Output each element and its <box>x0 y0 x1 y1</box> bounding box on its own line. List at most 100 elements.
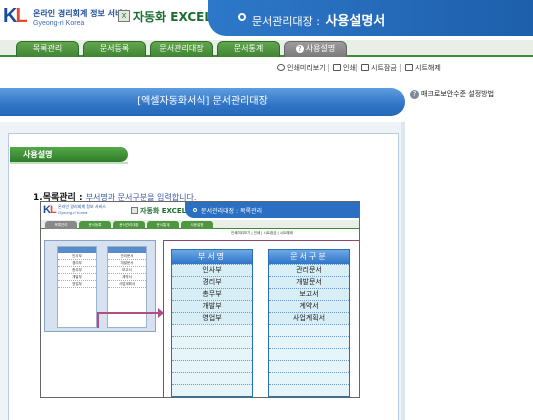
dept-cell[interactable] <box>172 360 252 372</box>
print-preview-button[interactable]: 인쇄미리보기 <box>277 63 326 73</box>
inset-brand: 자동화 EXCEL <box>131 206 186 216</box>
zoomed-table-area: 부서명 인사부 경리부 총무부 개발부 영업부 문서구분 관리문서 개발문서 보… <box>163 240 359 397</box>
inset-tab: 목록관리 <box>45 221 77 229</box>
print-label: 인쇄 <box>343 64 356 72</box>
section-title: 사용설명 <box>23 150 53 159</box>
doc-type-table: 문서구분 관리문서 개발문서 보고서 계약서 사업계획서 <box>268 249 350 397</box>
dept-cell[interactable]: 영업부 <box>172 312 252 324</box>
inset-tab: 문서통계 <box>147 221 179 229</box>
excel-icon <box>131 207 138 214</box>
logo-mark-l: L <box>15 5 27 27</box>
dept-cell[interactable] <box>172 336 252 348</box>
tab-label: 문서관리대장 <box>159 44 204 53</box>
tab-label: 목록관리 <box>32 44 63 53</box>
logo-mark: KL <box>3 5 28 28</box>
dept-cell[interactable]: 인사부 <box>172 264 252 276</box>
doc-type-cell[interactable]: 계약서 <box>269 300 349 312</box>
dept-cell[interactable] <box>172 348 252 360</box>
doc-type-cell[interactable]: 사업계획서 <box>269 312 349 324</box>
inset-cell: 경리부 <box>58 260 96 267</box>
section-header: 사용설명 <box>10 147 128 162</box>
inset-logo-line2: Gyeong-ri Korea <box>58 210 88 215</box>
tab-list-management[interactable]: 목록관리 <box>16 41 79 57</box>
dept-cell[interactable]: 총무부 <box>172 288 252 300</box>
header: KL 온라인 경리회계 정보 서비스 Gyeong-ri Korea X 자동화… <box>0 0 533 38</box>
excel-icon: X <box>118 10 130 22</box>
brand-excel: X 자동화 EXCEL <box>118 8 212 28</box>
bullet-icon <box>193 208 197 212</box>
inset-cell: 인사부 <box>58 253 96 260</box>
banner-title: [엑셀자동화서식] 문서관리대장 <box>137 96 268 107</box>
logo[interactable]: KL 온라인 경리회계 정보 서비스 Gyeong-ri Korea <box>3 5 130 33</box>
section-divider <box>10 162 128 164</box>
inset-brand-name: 자동화 EXCEL <box>140 207 187 215</box>
doc-type-cell[interactable] <box>269 348 349 360</box>
inset-logo-mark: KL <box>43 204 57 216</box>
logo-line2: Gyeong-ri Korea <box>33 20 85 27</box>
inset-thumbnail: 인사부 경리부 총무부 개발부 영업부 관리문서 개발문서 보고서 계약서 사업… <box>44 240 156 332</box>
dept-cell[interactable]: 개발부 <box>172 300 252 312</box>
tab-bar: 목록관리 문서등록 문서관리대장 문서통계 ? 사용설명 <box>0 40 533 57</box>
sheet-unlock-button[interactable]: 시트해제 <box>400 63 441 73</box>
macro-security-help-button[interactable]: ? 매크로보안수준 설정방법 <box>410 89 494 99</box>
tab-label: 사용설명 <box>305 44 336 53</box>
doc-type-cell[interactable] <box>269 324 349 336</box>
callout-arrow-line <box>97 312 99 328</box>
doc-type-cell[interactable] <box>269 336 349 348</box>
doc-type-cell[interactable] <box>269 372 349 384</box>
inset-title: 문서관리대장 : 목록관리 <box>201 208 263 215</box>
tab-document-register[interactable]: 문서등록 <box>83 41 146 57</box>
scrollbar[interactable] <box>401 122 405 420</box>
tab-document-stats[interactable]: 문서통계 <box>217 41 280 57</box>
dept-cell[interactable]: 경리부 <box>172 276 252 288</box>
printer-icon <box>333 64 341 71</box>
inset-tab: 사용설명 <box>181 221 213 229</box>
inset-cell: 관리문서 <box>108 253 146 260</box>
doc-type-cell[interactable]: 관리문서 <box>269 264 349 276</box>
macro-security-label: 매크로보안수준 설정방법 <box>421 90 495 98</box>
page-breadcrumb: 문서관리대장 : 사용설명서 <box>252 10 385 29</box>
tab-label: 문서등록 <box>99 44 130 53</box>
inset-tab: 문서등록 <box>79 221 111 229</box>
callout-arrow-line <box>97 312 163 314</box>
title-bar: 문서관리대장 : 사용설명서 <box>208 0 533 36</box>
dept-cell[interactable] <box>172 372 252 384</box>
inset-cell: 사업계획서 <box>108 281 146 288</box>
dept-table: 부서명 인사부 경리부 총무부 개발부 영업부 <box>171 249 253 397</box>
preview-icon <box>277 64 285 71</box>
inset-cell: 영업부 <box>58 281 96 288</box>
inset-cell: 개발부 <box>58 274 96 281</box>
logo-mark-k: K <box>3 5 18 27</box>
question-icon: ? <box>295 45 304 53</box>
inset-cell: 계약서 <box>108 274 146 281</box>
dept-table-header: 부서명 <box>172 250 252 264</box>
print-button[interactable]: 인쇄 <box>328 63 356 73</box>
inset-toolbar: 인쇄미리보기 | 인쇄 | 시트잠금 | 시트해제 <box>231 231 293 235</box>
doc-type-table-header: 문서구분 <box>269 250 349 264</box>
sheet-lock-button[interactable]: 시트잠금 <box>356 63 397 73</box>
lock-icon <box>361 64 369 71</box>
tab-document-ledger[interactable]: 문서관리대장 <box>150 41 213 57</box>
inset-tab-bar: 목록관리 문서등록 문서관리대장 문서통계 사용설명 <box>41 220 359 229</box>
question-icon: ? <box>410 90 419 99</box>
doc-type-cell[interactable]: 개발문서 <box>269 276 349 288</box>
doc-type-cell[interactable] <box>269 384 349 396</box>
app-window: KL 온라인 경리회계 정보 서비스 Gyeong-ri Korea X 자동화… <box>0 0 533 420</box>
dept-cell[interactable] <box>172 384 252 396</box>
doc-type-cell[interactable] <box>269 360 349 372</box>
sheet-lock-label: 시트잠금 <box>371 64 397 72</box>
inset-cell: 총무부 <box>58 267 96 274</box>
toolbar: 인쇄미리보기 인쇄 시트잠금 시트해제 <box>0 59 533 77</box>
inset-cell: 보고서 <box>108 267 146 274</box>
brand-name: 자동화 EXCEL <box>133 10 212 24</box>
tab-user-guide[interactable]: ? 사용설명 <box>284 41 347 57</box>
doc-type-cell[interactable]: 보고서 <box>269 288 349 300</box>
inset-tab: 문서관리대장 <box>113 221 145 229</box>
dept-cell[interactable] <box>172 324 252 336</box>
sheet-unlock-label: 시트해제 <box>415 64 441 72</box>
breadcrumb: 문서관리대장 : <box>252 15 320 28</box>
inset-header: KL 온라인 경리회계 정보 서비스 Gyeong-ri Korea 자동화 E… <box>41 202 359 219</box>
bullet-icon <box>238 13 246 21</box>
logo-line1: 온라인 경리회계 정보 서비스 <box>33 9 130 18</box>
inset-doc-column: 관리문서 개발문서 보고서 계약서 사업계획서 <box>107 246 147 328</box>
